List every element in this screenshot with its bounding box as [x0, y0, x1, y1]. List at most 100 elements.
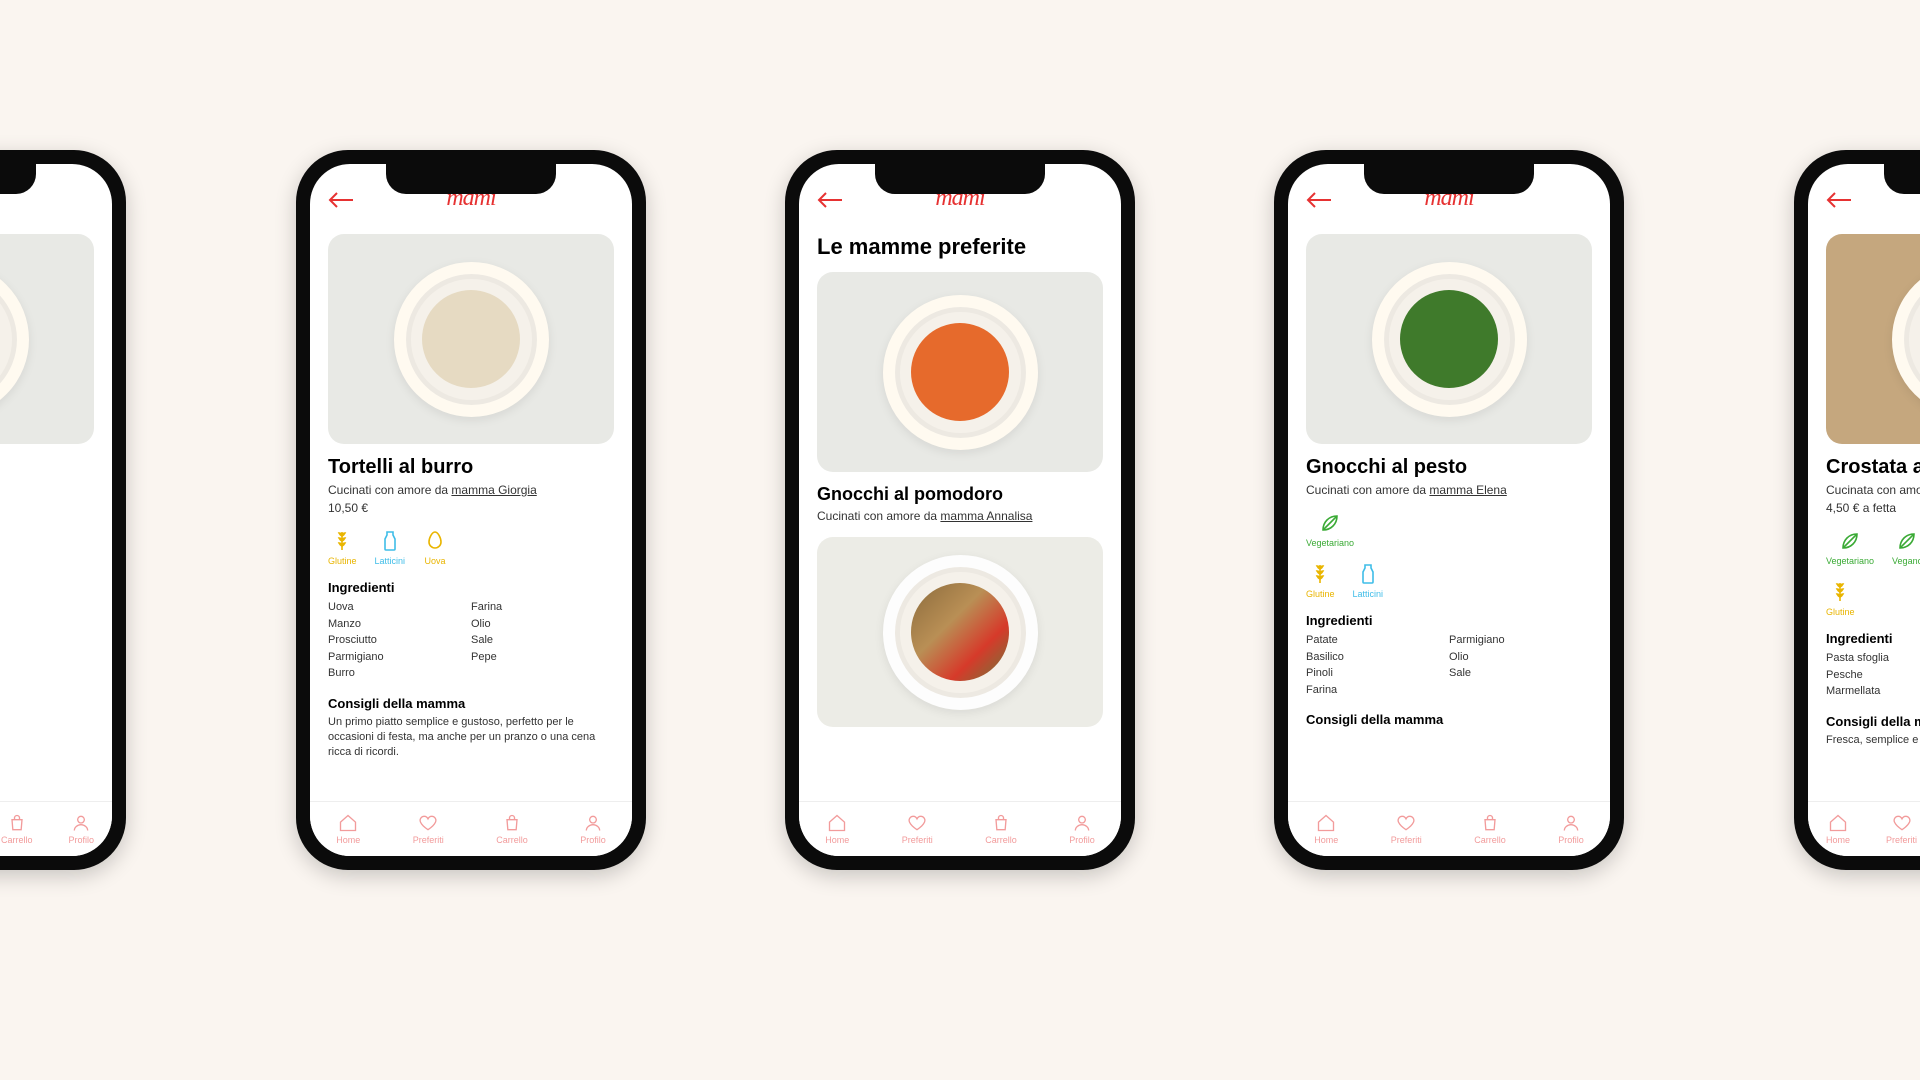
screen: mami Tortelli al burro Cucinati con amor… [310, 164, 632, 856]
dish-title: Tortelli al burro [328, 456, 614, 479]
tips-heading: Consigli della mamm [1826, 714, 1920, 729]
tab-bar: Home Preferiti Carrello Profilo [310, 801, 632, 856]
tag-label: Vegano [1892, 556, 1920, 566]
ingredient-item: Parmigiano [1449, 632, 1592, 649]
back-icon[interactable] [328, 190, 354, 214]
tab-carrello[interactable]: Carrello [496, 813, 528, 845]
notch [875, 164, 1045, 194]
phone-mockup: mami Gnocchi al pesto Cucinati con amore… [1274, 150, 1624, 870]
ingredient-item: Pasta sfoglia [1826, 650, 1920, 667]
ingredient-item: Farina [471, 599, 614, 616]
tab-profilo[interactable]: Profilo [1069, 813, 1095, 845]
tag-glutine: Glutine [1306, 562, 1335, 599]
tab-carrello[interactable]: Carrello [1474, 813, 1506, 845]
ingredients-list: UovaManzoProsciuttoParmigianoBurro Farin… [328, 599, 614, 682]
dish-subtitle: Cucinata con amore [1826, 483, 1920, 497]
card-subtitle: Cucinati con amore da mamma Annalisa [817, 509, 1103, 523]
cook-link[interactable]: mamma Annalisa [940, 509, 1032, 523]
ingredient-item: Patate [1306, 632, 1449, 649]
tab-bar: Carrello Profilo [0, 801, 112, 856]
dish-title: Gnocchi al pesto [1306, 456, 1592, 479]
cook-link[interactable]: mamma Giorgia [451, 483, 536, 497]
leaf-icon [1318, 511, 1342, 535]
dish-image [1306, 234, 1592, 444]
tab-home[interactable]: Home [825, 813, 849, 845]
screen: mami Le mamme preferite Gnocchi al pomod… [799, 164, 1121, 856]
tab-home[interactable]: Home [336, 813, 360, 845]
tag-label: Glutine [328, 556, 357, 566]
tab-home[interactable]: Home [1314, 813, 1338, 845]
tag-uova: Uova [423, 529, 447, 566]
milk-icon [1356, 562, 1380, 586]
ingredient-item: Prosciutto [328, 632, 471, 649]
dish-image[interactable] [817, 537, 1103, 727]
egg-icon [423, 529, 447, 553]
dish-subtitle: Cucinati con amore da mamma Elena [1306, 483, 1592, 497]
tag-row: Vegetariano [1306, 511, 1592, 548]
back-icon[interactable] [817, 190, 843, 214]
ingredient-item: Burro [328, 665, 471, 682]
tab-label: Carrello [1, 835, 33, 845]
screen: mami ata mamma Lucia eroncino CarrelloPr… [0, 164, 112, 856]
tips-body: Fresca, semplice e gust [1826, 733, 1920, 748]
milk-icon [378, 529, 402, 553]
tab-label: Preferiti [902, 835, 933, 845]
tab-profilo[interactable]: Profilo [68, 813, 94, 845]
dish-subtitle: mamma Lucia [0, 483, 94, 497]
ingredient-item: Sale [1449, 665, 1592, 682]
tab-label: Home [336, 835, 360, 845]
back-icon[interactable] [1826, 190, 1852, 214]
wheat-icon [1308, 562, 1332, 586]
tag-latticini: Latticini [375, 529, 406, 566]
tab-label: Carrello [985, 835, 1017, 845]
dish-subtitle: Cucinati con amore da mamma Giorgia [328, 483, 614, 497]
card-title: Gnocchi al pomodoro [817, 484, 1103, 505]
ingredient-item: Pepe [471, 649, 614, 666]
tab-profilo[interactable]: Profilo [580, 813, 606, 845]
content: Gnocchi al pesto Cucinati con amore da m… [1288, 216, 1610, 801]
tag-glutine: Glutine [1826, 580, 1855, 617]
ingredient-item: Basilico [1306, 649, 1449, 666]
tab-profilo[interactable]: Profilo [1558, 813, 1584, 845]
tab-preferiti[interactable]: Preferiti [902, 813, 933, 845]
dish-image [328, 234, 614, 444]
tab-carrello[interactable]: Carrello [1, 813, 33, 845]
screen: mami Crostata alle pe Cucinata con amore… [1808, 164, 1920, 856]
phone-mockup: mami Tortelli al burro Cucinati con amor… [296, 150, 646, 870]
tag-row: Glutine [1826, 580, 1920, 617]
notch [1364, 164, 1534, 194]
tab-home[interactable]: Home [1826, 813, 1850, 845]
tab-label: Profilo [580, 835, 606, 845]
tips-body: Un primo piatto semplice e gustoso, perf… [328, 715, 614, 761]
dish-image [0, 234, 94, 444]
ingredient-item: Olio [471, 616, 614, 633]
phone-mockup: mami Crostata alle pe Cucinata con amore… [1794, 150, 1920, 870]
tab-label: Preferiti [1391, 835, 1422, 845]
tag-vegano: Vegano [1892, 529, 1920, 566]
tag-row: Glutine Latticini [1306, 562, 1592, 599]
ingredient-item: Pesche [1826, 667, 1920, 684]
wheat-icon [1828, 580, 1852, 604]
tab-carrello[interactable]: Carrello [985, 813, 1017, 845]
ingredient-item: Uova [328, 599, 471, 616]
ingredient-item: Olio [1449, 649, 1592, 666]
tag-label: Vegetariano [1826, 556, 1874, 566]
tag-glutine: Glutine [328, 529, 357, 566]
tab-label: Home [1314, 835, 1338, 845]
ingredient-item: Manzo [328, 616, 471, 633]
cook-link[interactable]: mamma Elena [1429, 483, 1506, 497]
ingredients-heading: Ingredienti [1306, 613, 1592, 628]
tab-bar: Home Preferiti [1808, 801, 1920, 856]
dish-image[interactable] [817, 272, 1103, 472]
tag-latticini: Latticini [1353, 562, 1384, 599]
tab-preferiti[interactable]: Preferiti [413, 813, 444, 845]
tag-label: Glutine [1826, 607, 1855, 617]
tab-label: Carrello [496, 835, 528, 845]
back-icon[interactable] [1306, 190, 1332, 214]
tag-label: Uova [425, 556, 446, 566]
ingredient-item: Sale [471, 632, 614, 649]
ingredients-list: PatateBasilicoPinoliFarina ParmigianoOli… [1306, 632, 1592, 698]
tab-preferiti[interactable]: Preferiti [1391, 813, 1422, 845]
tab-bar: Home Preferiti Carrello Profilo [1288, 801, 1610, 856]
tab-preferiti[interactable]: Preferiti [1886, 813, 1917, 845]
